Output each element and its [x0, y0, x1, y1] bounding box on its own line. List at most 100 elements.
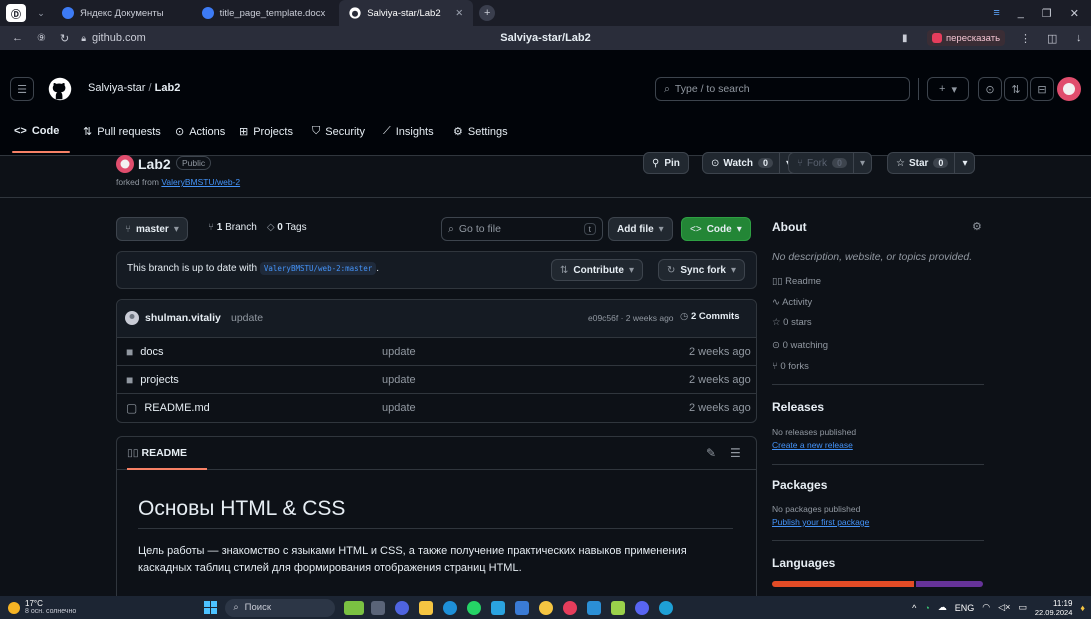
tray-app-icon[interactable]: ◔	[924, 603, 929, 613]
create-new-button[interactable]: + ▾	[927, 77, 969, 101]
notifications-bell-icon[interactable]: ♦	[1080, 603, 1085, 613]
commit-author-avatar[interactable]	[125, 311, 139, 325]
about-settings-gear-icon[interactable]: ⚙	[972, 220, 982, 233]
discord-icon[interactable]	[635, 600, 650, 615]
forks-link[interactable]: ⑂ 0 forks	[772, 361, 809, 372]
releases-title[interactable]: Releases	[772, 400, 824, 414]
file-commit-message[interactable]: update	[382, 346, 416, 358]
task-view-icon[interactable]	[371, 600, 386, 615]
browser-logo-icon[interactable]: Ⓓ	[6, 4, 26, 22]
commit-message-link[interactable]: update	[231, 312, 263, 324]
create-release-link[interactable]: Create a new release	[772, 440, 853, 450]
wifi-icon[interactable]: ◠	[982, 602, 990, 613]
browser-tab-yandex-docs[interactable]: Яндекс Документы	[52, 0, 174, 26]
packages-title[interactable]: Packages	[772, 478, 827, 492]
download-icon[interactable]: ↓	[1076, 32, 1082, 44]
tab-projects[interactable]: ⊞ Projects	[239, 125, 293, 139]
tab-code[interactable]: <> Code	[14, 125, 59, 137]
file-row[interactable]: ■ docs update 2 weeks ago	[116, 337, 757, 365]
windows-start-icon[interactable]	[204, 601, 218, 614]
widgets-app-icon[interactable]	[344, 600, 365, 615]
readme-tab[interactable]: ▯▯ README	[127, 447, 187, 459]
file-name-link[interactable]: docs	[140, 346, 163, 358]
minimize-window-icon[interactable]: _	[1018, 7, 1024, 20]
file-name-link[interactable]: README.md	[144, 402, 209, 414]
repo-owner-link[interactable]: Salviya-star	[88, 82, 145, 94]
input-language[interactable]: ENG	[955, 603, 975, 613]
pin-button[interactable]: ⚲ Pin	[643, 152, 689, 174]
star-chevron-down-icon[interactable]: ▾	[954, 153, 974, 173]
watching-link[interactable]: ⊙ 0 watching	[772, 340, 828, 351]
hamburger-menu-icon[interactable]: ☰	[10, 77, 34, 101]
branches-link[interactable]: ⑂ 1 Branch	[208, 222, 257, 233]
watch-button[interactable]: ⊙Watch 0 ▾	[702, 152, 799, 174]
user-avatar[interactable]	[1057, 77, 1081, 101]
repo-name-link[interactable]: Lab2	[155, 82, 181, 94]
activity-link[interactable]: ∿ Activity	[772, 297, 812, 308]
downloads-indicator-icon[interactable]: ≡	[993, 7, 999, 20]
back-arrow-icon[interactable]: ←	[12, 32, 23, 44]
chat-icon[interactable]: ◫	[1047, 32, 1057, 45]
add-file-button[interactable]: Add file ▾	[608, 217, 673, 241]
battery-icon[interactable]: ▭	[1018, 602, 1027, 613]
clock[interactable]: 11:19 22.09.2024	[1035, 599, 1073, 617]
weather-widget[interactable]: 17°C 8 осн. солнечно	[25, 599, 76, 616]
issues-icon[interactable]: ⊙	[978, 77, 1002, 101]
file-name-link[interactable]: projects	[140, 374, 179, 386]
tab-settings[interactable]: ⚙ Settings	[453, 125, 508, 139]
outline-list-icon[interactable]: ☰	[730, 446, 741, 460]
edge-dev-icon[interactable]	[659, 600, 674, 615]
commit-author-link[interactable]: shulman.vitaliy	[145, 312, 221, 324]
star-button[interactable]: ☆ Star 0 ▾	[887, 152, 976, 174]
sync-fork-button[interactable]: ↻ Sync fork ▾	[658, 259, 745, 281]
file-commit-message[interactable]: update	[382, 374, 416, 386]
readme-link[interactable]: ▯▯ Readme	[772, 276, 821, 287]
code-button[interactable]: <> Code ▾	[681, 217, 751, 241]
repo-title[interactable]: Lab2	[138, 156, 171, 172]
forked-from-link[interactable]: ValeryBMSTU/web-2	[161, 177, 240, 187]
tags-link[interactable]: ◇ 0 Tags	[267, 222, 307, 233]
contribute-button[interactable]: ⇅ Contribute ▾	[551, 259, 643, 281]
chat-app-icon[interactable]	[395, 600, 410, 615]
onedrive-cloud-icon[interactable]: ☁	[938, 602, 947, 613]
fork-chevron-down-icon[interactable]: ▾	[853, 153, 871, 173]
tab-actions[interactable]: ⊙ Actions	[175, 125, 225, 139]
yandex-browser-icon[interactable]	[539, 600, 554, 615]
edge-browser-icon[interactable]	[443, 600, 458, 615]
file-explorer-icon[interactable]	[419, 600, 434, 615]
tab-insights[interactable]: ⟋ Insights	[383, 125, 434, 138]
commits-history-link[interactable]: ◷ 2 Commits	[680, 311, 740, 322]
bookmark-icon[interactable]: ▮	[902, 33, 908, 44]
branch-select-button[interactable]: ⑂ master ▾	[116, 217, 188, 241]
inbox-icon[interactable]: ⊟	[1030, 77, 1054, 101]
url-domain[interactable]: github.com	[92, 32, 146, 44]
whatsapp-icon[interactable]	[467, 600, 482, 615]
reload-icon[interactable]: ↻	[60, 32, 69, 45]
restore-window-icon[interactable]: ❐	[1042, 7, 1052, 20]
taskbar-search[interactable]: ⌕ Поиск	[225, 598, 336, 617]
yandex-search-icon[interactable]: ⑨	[37, 33, 46, 44]
browser-tab-github[interactable]: Salviya-star/Lab2 ✕	[339, 0, 474, 26]
fork-button[interactable]: ⑂ Fork 0 ▾	[788, 152, 873, 174]
tabs-menu-chevron-icon[interactable]: ⌄	[30, 8, 52, 19]
weather-sun-icon[interactable]	[8, 601, 20, 614]
extension-icon[interactable]: ⋮	[1020, 32, 1031, 45]
tray-chevron-up-icon[interactable]: ^	[912, 603, 916, 613]
upstream-ref-link[interactable]: ValeryBMSTU/web-2:master	[259, 262, 377, 275]
edit-pencil-icon[interactable]: ✎	[706, 446, 716, 460]
yandex-app-icon[interactable]	[563, 600, 578, 615]
publish-package-link[interactable]: Publish your first package	[772, 517, 869, 527]
file-commit-message[interactable]: update	[382, 402, 416, 414]
file-row[interactable]: ■ projects update 2 weeks ago	[116, 365, 757, 393]
close-window-icon[interactable]: ✕	[1070, 7, 1079, 20]
tab-pull-requests[interactable]: ⇅ Pull requests	[83, 125, 161, 139]
new-tab-plus-icon[interactable]: +	[479, 5, 496, 21]
commit-hash-time[interactable]: e09c56f · 2 weeks ago	[588, 313, 674, 323]
telegram-icon[interactable]	[491, 600, 506, 615]
close-tab-icon[interactable]: ✕	[455, 8, 463, 19]
tab-security[interactable]: ⛉ Security	[312, 125, 365, 138]
retell-button[interactable]: пересказать	[927, 30, 1006, 46]
global-search-input[interactable]: ⌕ Type / to search	[655, 77, 910, 101]
vscode-icon[interactable]	[587, 600, 602, 615]
go-to-file-input[interactable]: ⌕ Go to file t	[441, 217, 603, 241]
